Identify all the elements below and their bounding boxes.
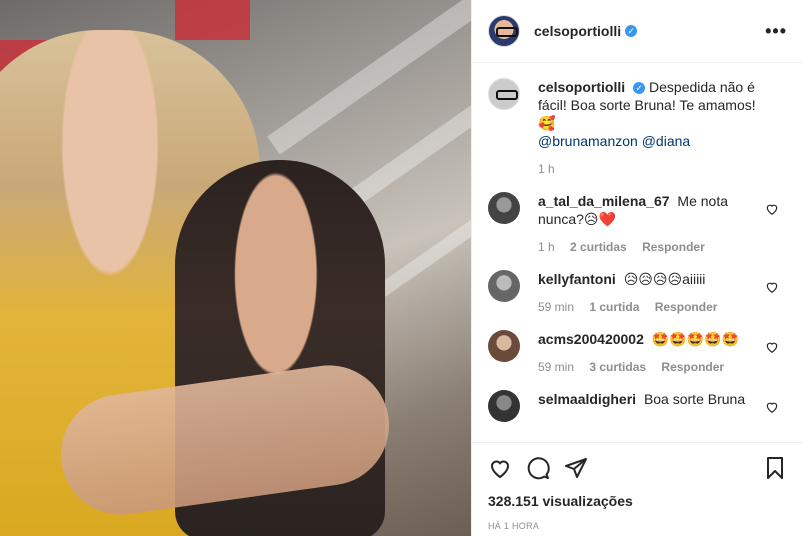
comment-time[interactable]: 1 h — [538, 240, 555, 254]
comment: a_tal_da_milena_67 Me nota nunca?😥❤️ 1 h… — [488, 192, 787, 256]
verified-badge-icon: ✓ — [633, 82, 646, 94]
avatar[interactable] — [488, 192, 520, 224]
more-options-button[interactable]: ••• — [765, 21, 787, 42]
comment: acms200420002 🤩🤩🤩🤩🤩 59 min 3 curtidas Re… — [488, 330, 787, 376]
reply-button[interactable]: Responder — [661, 360, 724, 374]
instagram-post: celsoportiolli ✓ ••• celsoportiolli ✓ Des… — [0, 0, 803, 536]
comment-icon[interactable] — [526, 456, 550, 480]
heart-icon[interactable] — [765, 280, 779, 294]
share-icon[interactable] — [564, 456, 588, 480]
comment-likes[interactable]: 1 curtida — [589, 300, 639, 314]
caption-username[interactable]: celsoportiolli — [538, 79, 625, 95]
avatar[interactable] — [488, 270, 520, 302]
background-panel — [175, 0, 250, 40]
comment-text: 😥😥😥😥aiiiii — [623, 271, 706, 287]
header-username[interactable]: celsoportiolli — [534, 23, 621, 39]
comment-time[interactable]: 59 min — [538, 300, 574, 314]
comments-section[interactable]: celsoportiolli ✓ Despedida não é fácil! B… — [472, 64, 803, 442]
post-video[interactable] — [0, 0, 471, 536]
comment-likes[interactable]: 3 curtidas — [589, 360, 646, 374]
heart-icon[interactable] — [765, 400, 779, 414]
comment-time[interactable]: 59 min — [538, 360, 574, 374]
comment-username[interactable]: kellyfantoni — [538, 271, 616, 287]
action-bar — [488, 453, 787, 483]
avatar[interactable] — [488, 330, 520, 362]
avatar[interactable] — [488, 390, 520, 422]
caption-time[interactable]: 1 h — [538, 162, 555, 176]
caption: celsoportiolli ✓ Despedida não é fácil! B… — [488, 78, 787, 178]
comment: kellyfantoni 😥😥😥😥aiiiii 59 min 1 curtida… — [488, 270, 787, 316]
comment-username[interactable]: a_tal_da_milena_67 — [538, 193, 670, 209]
verified-badge-icon: ✓ — [625, 25, 638, 37]
post-sidebar: celsoportiolli ✓ ••• celsoportiolli ✓ Des… — [471, 0, 803, 536]
view-count[interactable]: 328.151 visualizações — [488, 493, 787, 509]
bookmark-icon[interactable] — [763, 456, 787, 480]
mention-link[interactable]: @brunamanzon — [538, 133, 638, 149]
comment-text: 🤩🤩🤩🤩🤩 — [651, 331, 739, 347]
reply-button[interactable]: Responder — [642, 240, 705, 254]
avatar[interactable] — [488, 78, 520, 110]
mention-link[interactable]: @diana — [642, 133, 690, 149]
post-header: celsoportiolli ✓ ••• — [472, 0, 803, 63]
post-footer: 328.151 visualizações HÁ 1 HORA — [472, 442, 803, 536]
comment-text: Boa sorte Bruna — [643, 391, 746, 407]
avatar[interactable] — [488, 15, 520, 47]
heart-icon[interactable] — [765, 340, 779, 354]
reply-button[interactable]: Responder — [655, 300, 718, 314]
comment: selmaaldigheri Boa sorte Bruna — [488, 390, 787, 422]
heart-icon[interactable] — [488, 456, 512, 480]
heart-icon[interactable] — [765, 202, 779, 216]
post-time[interactable]: HÁ 1 HORA — [488, 521, 787, 531]
comment-username[interactable]: selmaaldigheri — [538, 391, 636, 407]
comment-username[interactable]: acms200420002 — [538, 331, 644, 347]
comment-likes[interactable]: 2 curtidas — [570, 240, 627, 254]
